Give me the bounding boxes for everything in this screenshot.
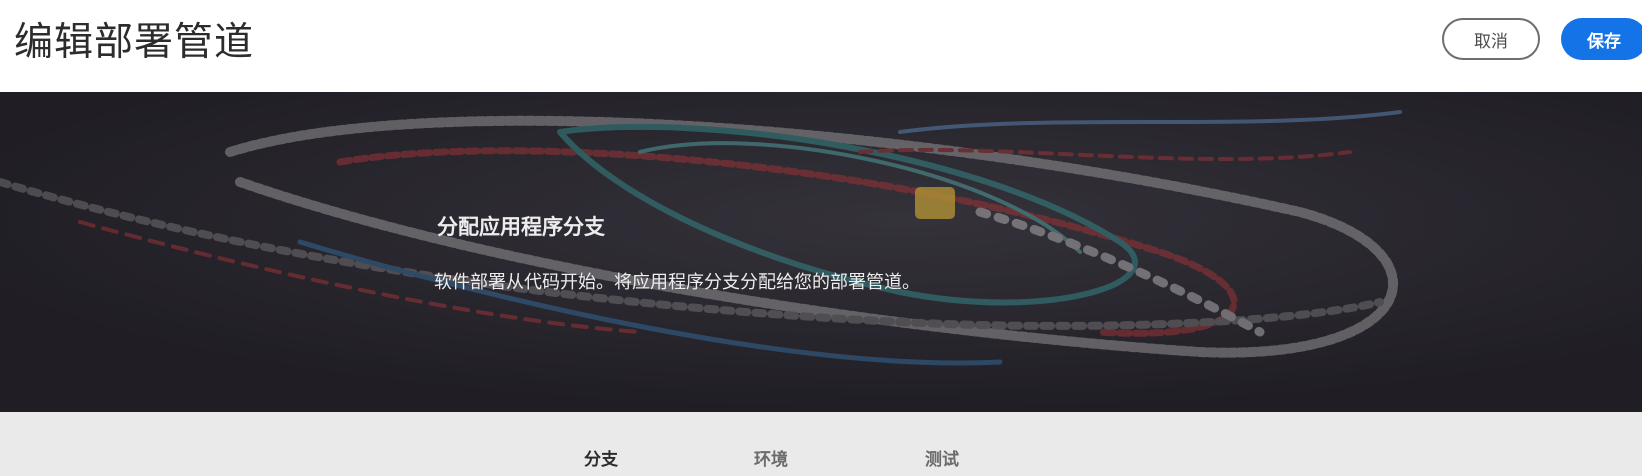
cancel-button[interactable]: 取消 <box>1442 18 1540 60</box>
page-header: 编辑部署管道 取消 保存 <box>0 0 1642 92</box>
hero-background-art <box>0 92 1642 412</box>
save-button[interactable]: 保存 <box>1561 18 1642 60</box>
tab-bar: 分支 环境 测试 <box>0 412 1642 476</box>
tab-environment[interactable]: 环境 <box>754 448 788 472</box>
hero-description: 软件部署从代码开始。将应用程序分支分配给您的部署管道。 <box>434 272 920 293</box>
tab-testing[interactable]: 测试 <box>925 448 959 472</box>
hero-title: 分配应用程序分支 <box>437 215 605 239</box>
page-title: 编辑部署管道 <box>14 20 255 65</box>
hero-banner: 分配应用程序分支 软件部署从代码开始。将应用程序分支分配给您的部署管道。 <box>0 92 1642 412</box>
tab-branch[interactable]: 分支 <box>584 448 618 472</box>
